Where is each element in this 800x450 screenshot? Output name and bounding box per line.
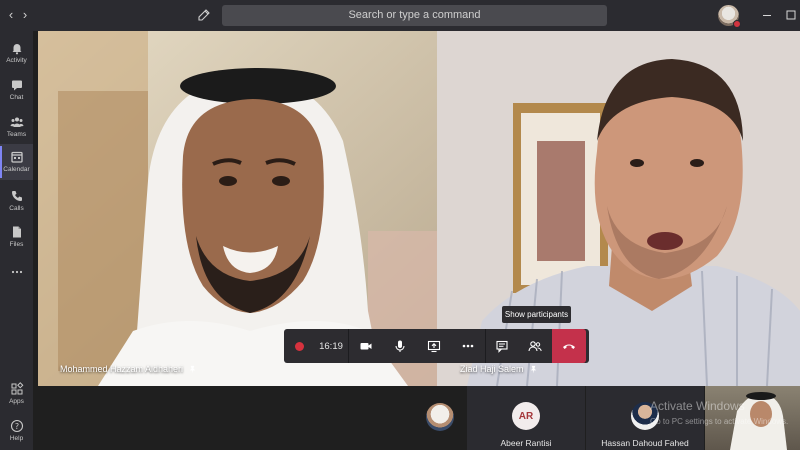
tooltip: Show participants xyxy=(502,306,571,323)
rail-label: Help xyxy=(9,435,24,442)
show-participants-button[interactable] xyxy=(518,329,552,363)
search-input[interactable]: Search or type a command xyxy=(222,5,607,26)
rail-label: Apps xyxy=(9,398,24,405)
participant-name-tag: Mohammed Hazzam Aldhaheri xyxy=(60,364,197,374)
rail-item-teams[interactable]: Teams xyxy=(0,109,33,145)
chevron-right-icon[interactable]: › xyxy=(18,8,32,22)
participant-name: Hassan Dahoud Fahed xyxy=(601,438,689,448)
rail-item-activity[interactable]: Activity xyxy=(0,35,33,71)
call-timer: 16:19 xyxy=(314,329,348,363)
help-icon: ? xyxy=(10,419,23,433)
more-actions-button[interactable] xyxy=(451,329,485,363)
activation-watermark: Activate Windows xyxy=(650,399,745,413)
rail-item-calendar[interactable]: Calendar xyxy=(0,144,33,180)
record-icon xyxy=(294,341,304,351)
compose-icon[interactable] xyxy=(197,8,211,22)
show-conversation-button[interactable] xyxy=(486,329,518,363)
maximize-icon[interactable] xyxy=(784,8,798,22)
camera-icon xyxy=(360,343,372,350)
title-bar: ‹ › Search or type a command xyxy=(0,0,800,31)
share-screen-button[interactable] xyxy=(417,329,451,363)
call-controls: 16:19 xyxy=(284,329,589,363)
apps-icon xyxy=(11,382,23,395)
more-icon xyxy=(11,270,22,274)
rail-label: Calendar xyxy=(3,166,30,173)
camera-button[interactable] xyxy=(349,329,383,363)
minimize-icon[interactable] xyxy=(760,8,774,22)
phone-icon xyxy=(11,191,22,201)
participant-name: Abeer Rantisi xyxy=(500,438,552,448)
microphone-icon xyxy=(395,340,405,352)
call-timer-text: 16:19 xyxy=(319,340,343,352)
file-icon xyxy=(12,226,21,238)
hang-up-button[interactable] xyxy=(552,329,586,363)
chat-icon xyxy=(496,340,508,353)
participant-name-tag: Ziad Haji Salem xyxy=(460,364,538,374)
status-badge xyxy=(733,20,741,28)
rail-item-files[interactable]: Files xyxy=(0,219,33,255)
pin-icon[interactable] xyxy=(188,365,197,374)
participant-name: Ziad Haji Salem xyxy=(460,364,524,374)
mic-button[interactable] xyxy=(383,329,417,363)
participants-icon xyxy=(528,341,542,352)
rail-label: Chat xyxy=(9,94,24,101)
avatar[interactable] xyxy=(718,5,741,28)
pin-icon[interactable] xyxy=(529,365,538,374)
svg-text:?: ? xyxy=(14,422,18,431)
participant-tile[interactable] xyxy=(416,386,466,450)
recording-indicator xyxy=(284,329,314,363)
rail-item-chat[interactable]: Chat xyxy=(0,72,33,108)
teams-icon xyxy=(10,117,23,127)
avatar: AR xyxy=(512,402,540,430)
rail-label: Activity xyxy=(6,57,27,64)
rail-item-more[interactable] xyxy=(0,259,33,295)
participant-name: Mohammed Hazzam Aldhaheri xyxy=(60,364,184,374)
more-icon xyxy=(462,344,474,348)
rail-label: Files xyxy=(9,241,24,248)
rail-item-apps[interactable]: Apps xyxy=(0,376,33,412)
participant-tile[interactable]: AR Abeer Rantisi xyxy=(467,386,585,450)
rail-label: Calls xyxy=(9,205,24,212)
app-rail: Activity Chat Teams Calendar Calls Files… xyxy=(0,31,33,450)
rail-label: Teams xyxy=(6,131,27,138)
rail-item-calls[interactable]: Calls xyxy=(0,183,33,219)
calendar-icon xyxy=(10,151,23,163)
share-screen-icon xyxy=(427,340,441,353)
chevron-left-icon[interactable]: ‹ xyxy=(4,8,18,22)
hang-up-icon xyxy=(563,344,575,349)
chat-icon xyxy=(11,80,22,91)
rail-item-help[interactable]: ? Help xyxy=(0,413,33,449)
bell-icon xyxy=(12,44,21,55)
teams-window: ‹ › Search or type a command Activity Ch… xyxy=(0,0,800,450)
activation-watermark-subtext: Go to PC settings to activate Windows. xyxy=(650,417,789,426)
avatar xyxy=(426,403,454,431)
